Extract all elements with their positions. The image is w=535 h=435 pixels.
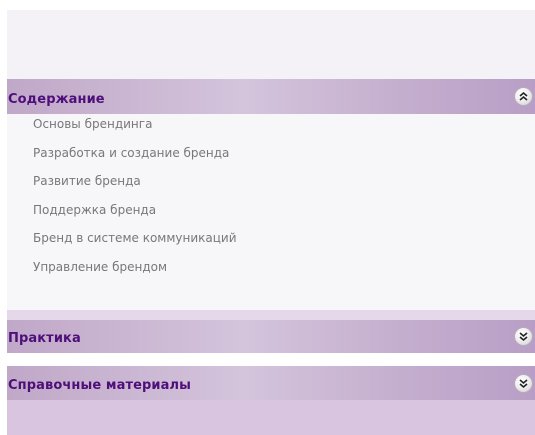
section-header-practice[interactable]: Практика — [7, 320, 535, 353]
menu-item-brand-support[interactable]: Поддержка бренда — [33, 203, 237, 217]
menu-item-brand-development[interactable]: Разработка и создание бренда — [33, 146, 237, 160]
chevron-double-down-icon[interactable] — [514, 374, 533, 393]
section-divider — [7, 310, 535, 320]
section-header-reference[interactable]: Справочные материалы — [7, 366, 535, 400]
section-title-practice: Практика — [8, 331, 81, 346]
chevron-double-up-icon[interactable] — [514, 87, 533, 106]
chevron-double-down-icon[interactable] — [514, 327, 533, 346]
section-title-contents: Содержание — [8, 92, 105, 107]
contents-menu-list: Основы брендинга Разработка и создание б… — [33, 117, 237, 288]
menu-item-brand-growth[interactable]: Развитие бренда — [33, 174, 237, 188]
section-gap — [7, 353, 535, 366]
menu-item-branding-basics[interactable]: Основы брендинга — [33, 117, 237, 131]
section-title-reference: Справочные материалы — [8, 378, 191, 393]
panel-footer — [7, 400, 535, 435]
menu-item-brand-management[interactable]: Управление брендом — [33, 260, 237, 274]
section-header-contents[interactable]: Содержание — [7, 79, 535, 114]
menu-item-brand-communications[interactable]: Бренд в системе коммуникаций — [33, 231, 237, 245]
